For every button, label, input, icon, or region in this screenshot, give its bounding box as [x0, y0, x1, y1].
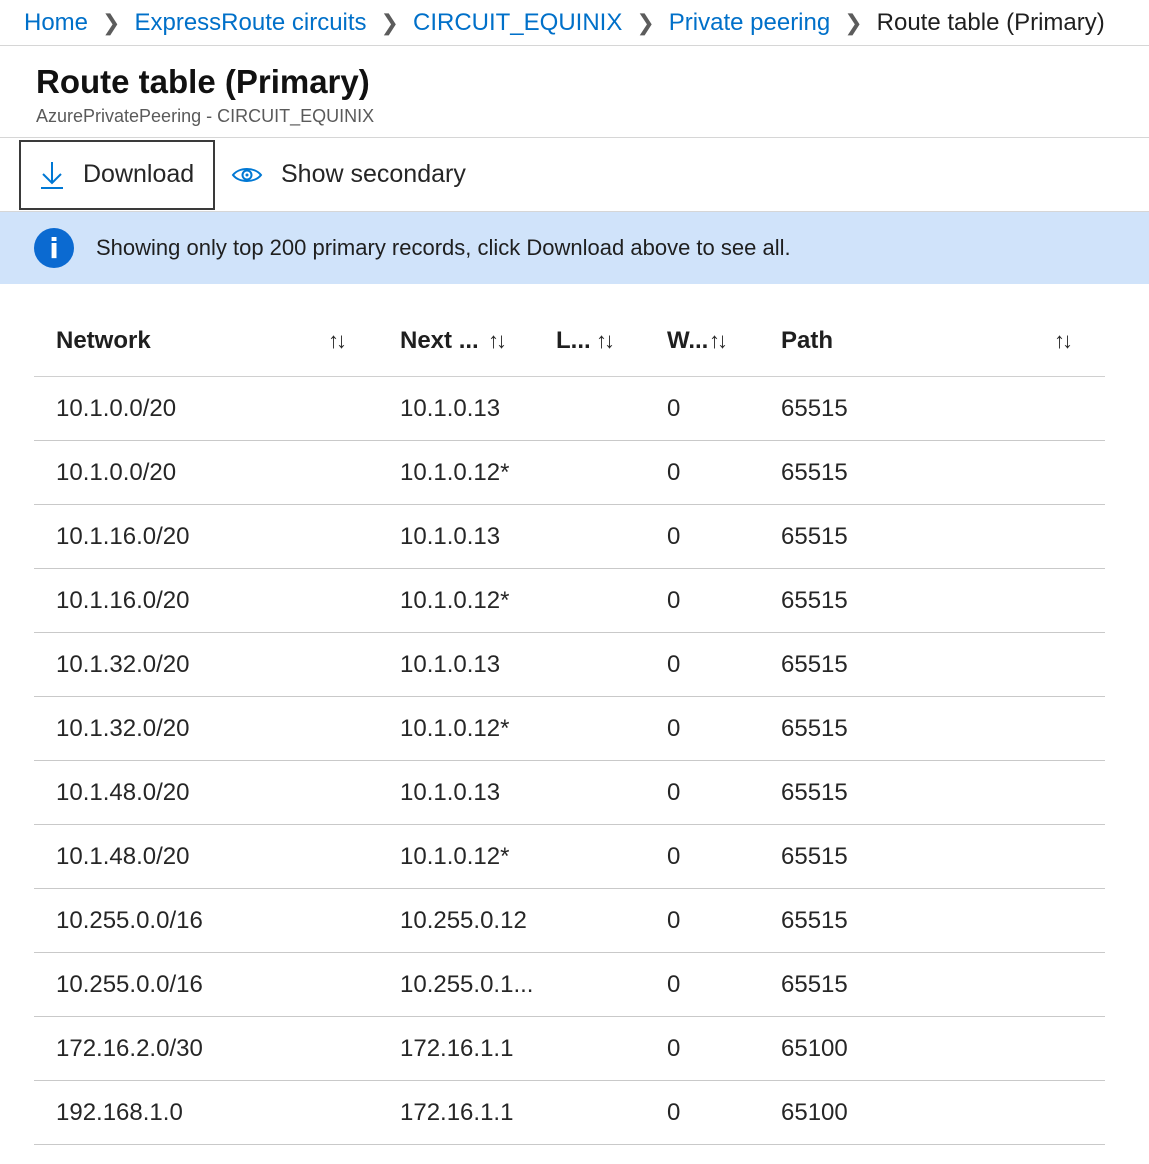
cell-network: 10.1.16.0/20 — [56, 522, 190, 550]
cell-weight: 0 — [667, 458, 681, 486]
table-row[interactable]: 10.255.0.0/16 10.255.0.1... 0 65515 — [34, 953, 1105, 1017]
cell-path: 65515 — [781, 842, 848, 870]
table-row[interactable]: 10.1.0.0/20 10.1.0.12* 0 65515 — [34, 441, 1105, 505]
column-header-weight[interactable]: W... — [667, 306, 708, 376]
show-secondary-button[interactable]: Show secondary — [215, 140, 466, 210]
chevron-right-icon: ❯ — [636, 9, 655, 35]
cell-next-hop: 10.1.0.12* — [400, 586, 510, 614]
cell-network: 10.1.48.0/20 — [56, 778, 190, 806]
cell-next-hop: 10.1.0.13 — [400, 650, 501, 678]
cell-next-hop: 10.1.0.13 — [400, 394, 501, 422]
cell-network: 192.168.1.0 — [56, 1098, 183, 1126]
column-header-next-hop[interactable]: Next ... — [400, 306, 479, 376]
show-secondary-label: Show secondary — [281, 160, 466, 188]
sort-icon[interactable]: ↑↓ — [596, 306, 615, 376]
cell-weight: 0 — [667, 842, 681, 870]
cell-network: 10.1.0.0/20 — [56, 394, 177, 422]
cell-path: 65515 — [781, 522, 848, 550]
cell-network: 10.1.48.0/20 — [56, 842, 190, 870]
cell-weight: 0 — [667, 650, 681, 678]
sort-icon[interactable]: ↑↓ — [488, 306, 507, 376]
cell-next-hop: 10.1.0.13 — [400, 522, 501, 550]
table-row[interactable]: 192.168.1.0 172.16.1.1 0 65100 — [34, 1081, 1105, 1145]
cell-weight: 0 — [667, 970, 681, 998]
command-bar: Download Show secondary — [0, 138, 1149, 212]
cell-weight: 0 — [667, 1098, 681, 1126]
table-row[interactable]: 10.1.32.0/20 10.1.0.12* 0 65515 — [34, 697, 1105, 761]
chevron-right-icon: ❯ — [102, 9, 121, 35]
breadcrumb-expressroute-circuits[interactable]: ExpressRoute circuits — [134, 9, 366, 37]
sort-icon[interactable]: ↑↓ — [1054, 306, 1073, 376]
download-icon — [39, 160, 65, 190]
cell-path: 65515 — [781, 714, 848, 742]
download-button[interactable]: Download — [19, 139, 215, 210]
cell-next-hop: 172.16.1.1 — [400, 1098, 514, 1126]
cell-next-hop: 10.1.0.12* — [400, 842, 510, 870]
table-row[interactable]: 10.1.16.0/20 10.1.0.12* 0 65515 — [34, 569, 1105, 633]
column-header-network[interactable]: Network — [56, 306, 151, 376]
route-table-grid: Network ↑↓ Next ... ↑↓ L... ↑↓ W... ↑↓ P… — [34, 306, 1105, 1145]
cell-path: 65515 — [781, 970, 848, 998]
cell-network: 10.1.32.0/20 — [56, 714, 190, 742]
cell-next-hop: 10.255.0.12 — [400, 906, 527, 934]
cell-path: 65515 — [781, 394, 848, 422]
cell-path: 65515 — [781, 906, 848, 934]
table-row[interactable]: 10.255.0.0/16 10.255.0.12 0 65515 — [34, 889, 1105, 953]
sort-icon[interactable]: ↑↓ — [709, 306, 728, 376]
table-row[interactable]: 10.1.48.0/20 10.1.0.12* 0 65515 — [34, 825, 1105, 889]
info-banner: i Showing only top 200 primary records, … — [0, 212, 1149, 284]
grid-body: 10.1.0.0/20 10.1.0.13 0 65515 10.1.0.0/20 10.… — [34, 377, 1105, 1145]
cell-next-hop: 10.255.0.1... — [400, 970, 534, 998]
cell-path: 65515 — [781, 458, 848, 486]
cell-path: 65100 — [781, 1098, 848, 1126]
breadcrumb-private-peering[interactable]: Private peering — [669, 9, 830, 37]
cell-network: 10.1.16.0/20 — [56, 586, 190, 614]
download-label: Download — [83, 160, 195, 188]
cell-weight: 0 — [667, 778, 681, 806]
breadcrumb-current: Route table (Primary) — [876, 8, 1105, 36]
cell-next-hop: 10.1.0.13 — [400, 778, 501, 806]
table-row[interactable]: 10.1.16.0/20 10.1.0.13 0 65515 — [34, 505, 1105, 569]
column-header-path[interactable]: Path — [781, 306, 833, 376]
cell-path: 65100 — [781, 1034, 848, 1062]
cell-network: 172.16.2.0/30 — [56, 1034, 203, 1062]
cell-next-hop: 172.16.1.1 — [400, 1034, 514, 1062]
table-row[interactable]: 10.1.48.0/20 10.1.0.13 0 65515 — [34, 761, 1105, 825]
chevron-right-icon: ❯ — [844, 9, 863, 35]
breadcrumb-circuit[interactable]: CIRCUIT_EQUINIX — [413, 9, 622, 37]
page-subtitle: AzurePrivatePeering - CIRCUIT_EQUINIX — [36, 106, 375, 126]
cell-network: 10.255.0.0/16 — [56, 906, 203, 934]
cell-weight: 0 — [667, 394, 681, 422]
cell-network: 10.1.0.0/20 — [56, 458, 177, 486]
chevron-right-icon: ❯ — [380, 9, 399, 35]
info-banner-message: Showing only top 200 primary records, cl… — [96, 235, 791, 260]
grid-header: Network ↑↓ Next ... ↑↓ L... ↑↓ W... ↑↓ P… — [34, 306, 1105, 377]
eye-icon — [231, 165, 263, 185]
cell-path: 65515 — [781, 650, 848, 678]
cell-next-hop: 10.1.0.12* — [400, 458, 510, 486]
cell-path: 65515 — [781, 778, 848, 806]
cell-weight: 0 — [667, 906, 681, 934]
table-row[interactable]: 10.1.0.0/20 10.1.0.13 0 65515 — [34, 377, 1105, 441]
page-title: Route table (Primary) — [36, 63, 370, 100]
cell-next-hop: 10.1.0.12* — [400, 714, 510, 742]
cell-network: 10.255.0.0/16 — [56, 970, 203, 998]
cell-path: 65515 — [781, 586, 848, 614]
sort-icon[interactable]: ↑↓ — [328, 306, 347, 376]
table-row[interactable]: 10.1.32.0/20 10.1.0.13 0 65515 — [34, 633, 1105, 697]
cell-weight: 0 — [667, 714, 681, 742]
cell-weight: 0 — [667, 1034, 681, 1062]
cell-weight: 0 — [667, 586, 681, 614]
table-row[interactable]: 172.16.2.0/30 172.16.1.1 0 65100 — [34, 1017, 1105, 1081]
info-icon: i — [34, 228, 74, 268]
cell-network: 10.1.32.0/20 — [56, 650, 190, 678]
breadcrumb-home[interactable]: Home — [24, 9, 88, 37]
blade-header: Route table (Primary) AzurePrivatePeerin… — [0, 46, 1149, 138]
column-header-local-pref[interactable]: L... — [556, 306, 591, 376]
breadcrumb: Home ❯ ExpressRoute circuits ❯ CIRCUIT_E… — [0, 0, 1149, 46]
cell-weight: 0 — [667, 522, 681, 550]
